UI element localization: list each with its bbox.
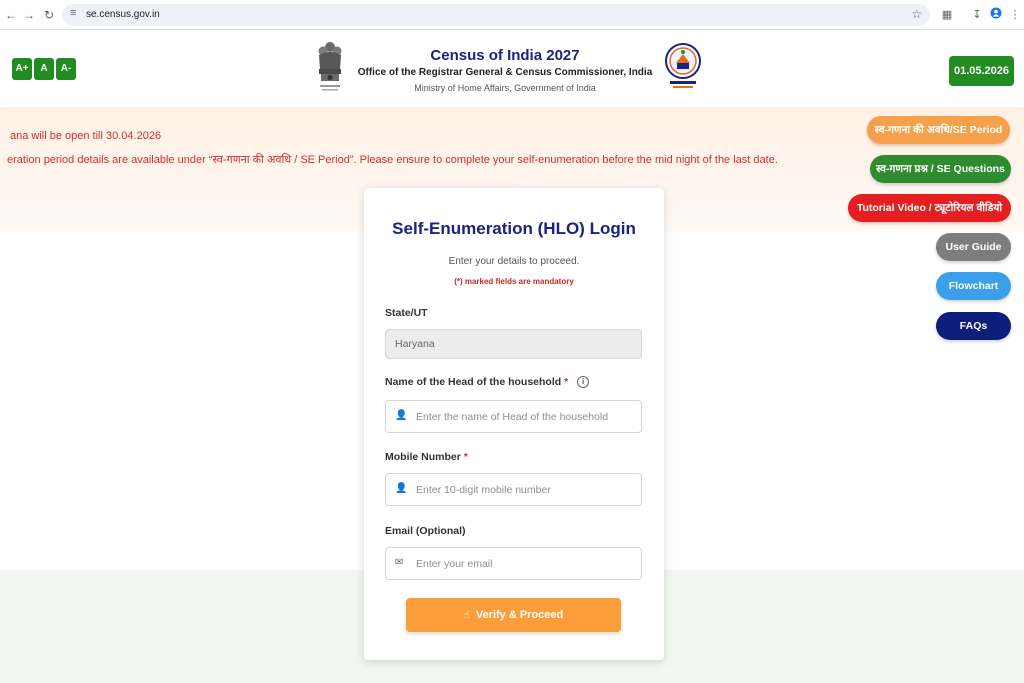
national-emblem-icon — [318, 42, 342, 91]
ministry-text: Ministry of Home Affairs, Government of … — [414, 83, 596, 93]
browser-toolbar: ← → ↻ ≡ se.census.gov.in ☆ ▦ ↧ ⋮ — [0, 0, 1024, 30]
notice-line-1: ana will be open till 30.04.2026 — [10, 130, 162, 142]
reading-mode-icon[interactable]: ▦ — [940, 7, 954, 23]
login-card: Self-Enumeration (HLO) Login Enter your … — [364, 188, 664, 660]
form-title: Self-Enumeration (HLO) Login — [392, 219, 636, 238]
mandatory-note: (*) marked fields are mandatory — [454, 277, 574, 286]
current-date-badge: 01.05.2026 — [949, 56, 1014, 86]
user-icon: 👤 — [395, 410, 408, 421]
email-label: Email (Optional) — [385, 525, 466, 537]
mobile-label: Mobile Number * — [385, 451, 468, 463]
verify-proceed-label: Verify & Proceed — [475, 609, 564, 621]
faqs-button[interactable]: FAQs — [936, 312, 1011, 340]
form-subtitle: Enter your details to proceed. — [448, 256, 580, 267]
census-2027-logo-icon — [665, 43, 701, 88]
mobile-label-text: Mobile Number — [385, 451, 461, 463]
site-title: Census of India 2027 — [430, 47, 580, 64]
head-label-text: Name of the Head of the household — [385, 376, 562, 388]
envelope-icon: ✉ — [395, 557, 404, 568]
font-normal-button[interactable]: A — [34, 58, 54, 80]
download-icon[interactable]: ↧ — [970, 7, 984, 23]
site-header: A+ A A- Census of India 2027 Office of t… — [0, 31, 1024, 107]
state-label: State/UT — [385, 307, 428, 319]
state-field — [385, 329, 642, 359]
head-label: Name of the Head of the household * i — [385, 376, 590, 389]
site-subtitle: Office of the Registrar General & Census… — [357, 67, 653, 78]
verify-proceed-button[interactable]: ☝ Verify & Proceed — [406, 598, 621, 632]
required-asterisk: * — [463, 451, 468, 463]
user-icon: 👤 — [395, 483, 408, 494]
email-input[interactable] — [385, 547, 642, 580]
menu-kebab-icon[interactable]: ⋮ — [1008, 7, 1022, 23]
site-info-icon[interactable]: ≡ — [70, 7, 76, 19]
se-period-button[interactable]: स्व-गणना की अवधि/SE Period — [867, 116, 1010, 144]
profile-icon[interactable] — [989, 7, 1003, 23]
flowchart-button[interactable]: Flowchart — [936, 272, 1011, 300]
head-name-input[interactable] — [385, 400, 642, 433]
hand-pointer-icon: ☝ — [463, 610, 470, 621]
back-arrow-icon[interactable]: ← — [4, 7, 18, 23]
notice-line-2: eration period details are available und… — [7, 154, 778, 166]
forward-arrow-icon[interactable]: → — [22, 7, 36, 23]
bookmark-star-icon[interactable]: ☆ — [911, 7, 922, 21]
se-questions-button[interactable]: स्व-गणना प्रश्न / SE Questions — [870, 155, 1011, 183]
mobile-number-input[interactable] — [385, 473, 642, 506]
info-icon[interactable]: i — [577, 376, 590, 389]
address-bar[interactable]: ≡ se.census.gov.in ☆ — [62, 4, 930, 26]
address-url[interactable]: se.census.gov.in — [86, 9, 160, 20]
font-decrease-button[interactable]: A- — [56, 58, 76, 80]
user-guide-button[interactable]: User Guide — [936, 233, 1011, 261]
reload-icon[interactable]: ↻ — [42, 7, 56, 23]
font-increase-button[interactable]: A+ — [12, 58, 32, 80]
tutorial-video-button[interactable]: Tutorial Video / ट्यूटोरियल वीडियो — [848, 194, 1011, 222]
required-asterisk: * — [564, 376, 569, 388]
